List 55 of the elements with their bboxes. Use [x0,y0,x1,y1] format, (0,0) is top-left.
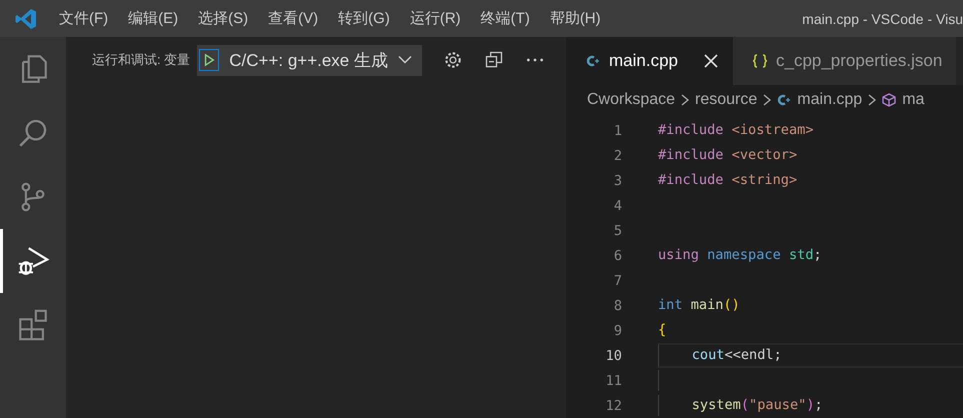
panel-title: 运行和调试: 变量 [92,51,190,69]
start-debug-button[interactable] [199,49,220,71]
menu-item[interactable]: 选择(S) [194,9,256,28]
extensions-icon [16,308,50,342]
editor-tab[interactable]: c_cpp_properties.json [732,37,956,85]
code-line: cout<<endl; [658,343,963,368]
line-number: 11 [604,372,622,388]
menu-item[interactable]: 编辑(E) [124,9,186,28]
line-number: 5 [612,222,622,238]
line-number: 1 [612,122,622,138]
code-line: using namespace std; [658,246,823,265]
code-line: int main() [658,296,741,315]
app-logo-icon [14,6,38,30]
close-icon[interactable] [702,53,719,69]
cpp-file-icon [586,54,600,68]
menu-item[interactable]: 转到(G) [334,9,398,28]
chevron-right-icon [681,94,690,106]
line-number: 9 [612,322,622,338]
config-label: C/C++: g++.exe 生成 [229,50,388,72]
line-number: 4 [612,198,622,214]
menu-item[interactable]: 帮助(H) [546,9,609,28]
line-number: 3 [612,172,622,188]
line-number: 10 [604,348,622,364]
play-icon [203,53,216,67]
launch-config-dropdown[interactable]: C/C++: g++.exe 生成 [197,44,422,76]
braces-icon [752,54,767,68]
code-line: system("pause"); [658,395,963,416]
breadcrumb-item[interactable]: resource [695,91,758,109]
tab-label: main.cpp [609,51,678,71]
windows-icon[interactable] [484,50,504,70]
code-line: #include <vector> [658,146,798,165]
line-number: 6 [612,248,622,264]
chevron-right-icon [763,94,772,106]
code-line: { [658,321,668,340]
line-number: 2 [612,148,622,164]
line-number: 8 [612,298,622,314]
breadcrumb-item[interactable]: main.cpp [797,91,862,109]
code-line: #include <iostream> [658,121,815,140]
menu-item[interactable]: 查看(V) [264,9,326,28]
tab-label: c_cpp_properties.json [776,51,942,71]
cube-icon [882,93,896,107]
menu-item[interactable]: 终端(T) [476,9,538,28]
editor-tab[interactable]: main.cpp [566,37,733,85]
breadcrumb-item[interactable]: ma [902,91,924,109]
menu-item[interactable]: 运行(R) [406,9,469,28]
chevron-right-icon [868,94,876,106]
menu-item[interactable]: 文件(F) [55,9,116,28]
caret-icon [398,55,412,65]
breadcrumb-item[interactable]: Cworkspace [587,91,676,109]
line-number: 12 [604,398,622,414]
line-number: 7 [612,272,622,288]
settings-icon[interactable] [442,50,463,70]
code-line: #include <string> [658,171,798,190]
cpp-file-icon [777,93,792,107]
window-title: main.cpp - VSCode - Visu [802,10,963,26]
